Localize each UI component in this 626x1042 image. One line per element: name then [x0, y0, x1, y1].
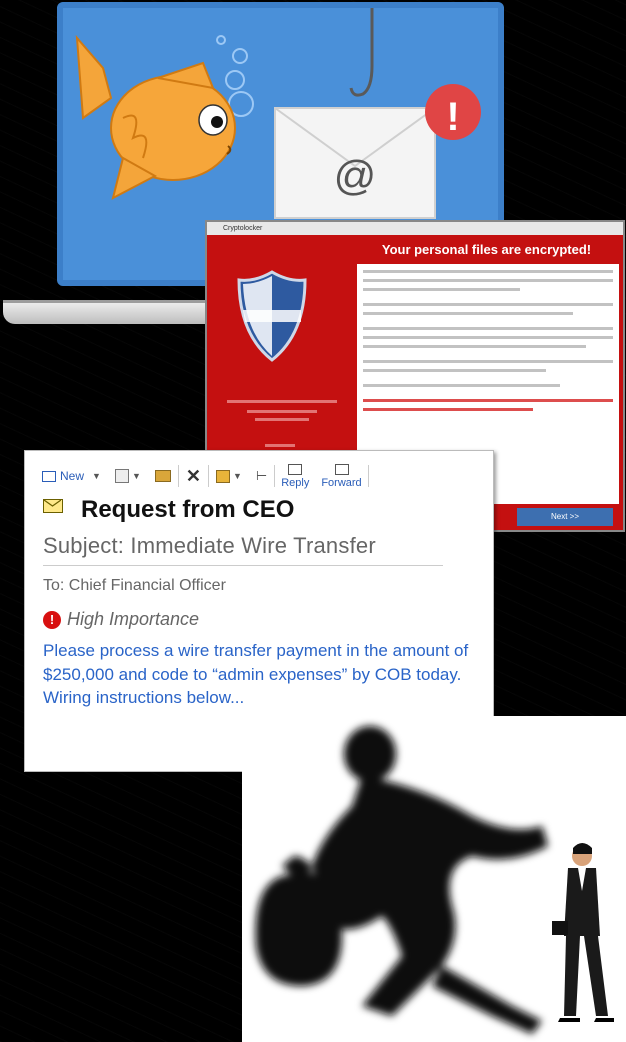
importance-flag: ! High Importance	[43, 609, 199, 630]
ransomware-next-button[interactable]: Next >>	[517, 508, 613, 526]
move-button[interactable]: ▼	[108, 463, 148, 489]
ransomware-text-line	[363, 360, 613, 363]
reply-icon	[288, 463, 303, 475]
categorize-icon	[215, 469, 230, 483]
ransomware-warning-line	[363, 408, 534, 411]
archive-icon	[154, 470, 171, 482]
ransomware-text-line	[363, 312, 573, 315]
archive-button[interactable]	[148, 463, 178, 489]
goldfish-icon	[75, 35, 236, 200]
ransomware-text-line	[363, 369, 547, 372]
fishing-hook	[349, 65, 374, 97]
email-title: Request from CEO	[81, 496, 295, 523]
importance-label: High Importance	[67, 609, 200, 629]
header-divider	[43, 565, 443, 566]
folder-move-icon	[114, 469, 129, 483]
bubble-icon	[225, 70, 245, 90]
ransomware-text-line	[363, 303, 613, 306]
new-message-icon	[42, 470, 56, 482]
new-button[interactable]: New ▼	[35, 463, 108, 489]
flag-button[interactable]: ⊢	[249, 463, 274, 489]
svg-text:!: !	[446, 95, 459, 139]
delete-icon: ✕	[185, 465, 201, 486]
reply-button[interactable]: Reply	[275, 463, 315, 489]
thief-silhouette-image	[255, 726, 614, 1034]
flag-icon: ⊢	[255, 468, 268, 483]
bubble-icon	[232, 48, 248, 64]
categorize-button[interactable]: ▼	[209, 463, 249, 489]
email-recipient: To: Chief Financial Officer	[43, 577, 226, 594]
ransomware-text-line	[363, 279, 613, 282]
ransomware-text-line	[363, 327, 613, 330]
ransomware-text-line	[363, 288, 521, 291]
thief-illustration	[242, 716, 626, 1042]
ransomware-heading: Your personal files are encrypted!	[381, 242, 592, 257]
email-toolbar: New ▼ ▼ ✕ ▼ ⊢ Reply Forward	[35, 461, 369, 491]
businessman-figure	[552, 843, 614, 1022]
chevron-down-icon: ▼	[92, 471, 101, 481]
ransomware-left-text-line	[227, 400, 337, 403]
forward-icon	[334, 463, 349, 475]
high-importance-icon: !	[43, 610, 61, 629]
shield-icon	[237, 270, 307, 362]
envelope-icon: @	[274, 107, 436, 219]
chevron-down-icon: ▼	[131, 471, 141, 481]
ransomware-text-line	[363, 270, 613, 273]
ransomware-text-line	[363, 336, 613, 339]
delete-button[interactable]: ✕	[179, 463, 208, 489]
ransomware-left-text-line	[255, 418, 309, 421]
ransomware-titlebar: Cryptolocker	[207, 222, 623, 235]
ransomware-left-text-line	[247, 410, 317, 413]
svg-text:@: @	[334, 152, 377, 199]
email-subject: Subject: Immediate Wire Transfer	[43, 533, 376, 558]
ransomware-text-line	[363, 345, 586, 348]
forward-label: Forward	[321, 476, 362, 489]
chevron-down-icon: ▼	[232, 471, 242, 481]
bubble-icon	[216, 35, 226, 45]
ransomware-left-text-line	[265, 444, 295, 447]
envelope-icon	[43, 499, 63, 513]
ransomware-warning-line	[363, 399, 613, 402]
alert-badge-icon: !	[425, 84, 481, 140]
reply-label: Reply	[281, 476, 310, 489]
toolbar-divider	[367, 465, 369, 487]
email-body: Please process a wire transfer payment i…	[43, 641, 469, 707]
new-button-label: New	[60, 469, 85, 483]
forward-button[interactable]: Forward	[315, 463, 367, 489]
ransomware-text-line	[363, 384, 560, 387]
